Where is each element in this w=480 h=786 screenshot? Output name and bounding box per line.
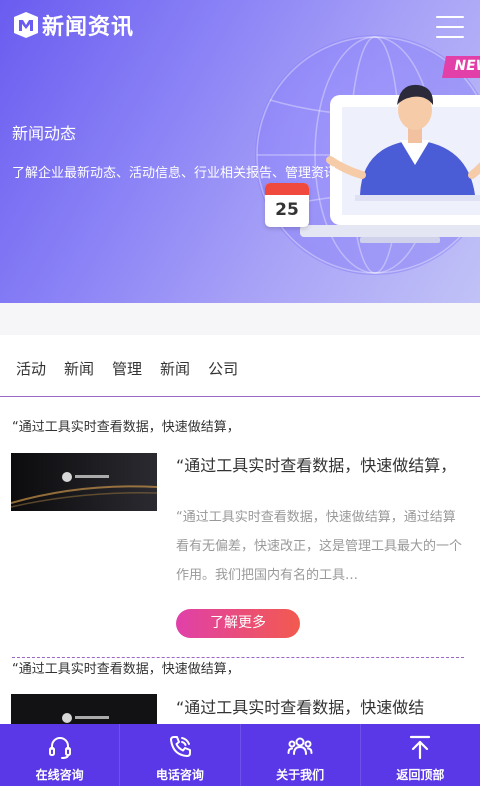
nav-online-consult[interactable]: 在线咨询 (0, 724, 121, 786)
section-spacer (0, 303, 480, 335)
logo-text: 新闻资讯 (42, 15, 135, 40)
hero-title: 新闻动态 (12, 124, 77, 143)
category-tabs: 活动 新闻 管理 新闻 公司 (16, 358, 256, 379)
nav-label: 关于我们 (276, 768, 325, 782)
learn-more-button[interactable]: 了解更多 (176, 609, 300, 638)
calendar-day: 25 (275, 200, 299, 220)
nav-label: 电话咨询 (155, 768, 204, 782)
nav-phone-consult[interactable]: 电话咨询 (120, 724, 241, 786)
tabs-divider (0, 396, 480, 397)
headset-icon (48, 737, 71, 759)
arrow-up-icon (410, 735, 431, 760)
bottom-nav: 在线咨询 电话咨询 关于我们 返回顶部 (0, 724, 480, 786)
nav-label: 返回顶部 (396, 768, 445, 782)
thumbnail-image (11, 453, 157, 511)
new-badge: NEW (442, 56, 480, 78)
logo[interactable]: 新闻资讯 (14, 10, 134, 40)
news-thumbnail[interactable] (11, 453, 157, 511)
tab-management[interactable]: 管理 (112, 358, 142, 379)
hero-banner: 新闻资讯 NEW 新闻动态 了解企业最新动态、活动信息、行业相关报告、管理资讯 … (0, 0, 480, 303)
nav-back-to-top[interactable]: 返回顶部 (361, 724, 480, 786)
tab-company[interactable]: 公司 (208, 358, 238, 379)
news-page: 新闻资讯 NEW 新闻动态 了解企业最新动态、活动信息、行业相关报告、管理资讯 … (0, 0, 480, 786)
calendar-icon: 25 (265, 183, 309, 227)
hero-description: 了解企业最新动态、活动信息、行业相关报告、管理资讯 (12, 166, 338, 181)
nav-label: 在线咨询 (35, 768, 84, 782)
news-title[interactable]: “通过工具实时查看数据，快速做结 (176, 696, 466, 720)
m-shield-icon (14, 12, 38, 38)
tab-news-2[interactable]: 新闻 (160, 358, 190, 379)
phone-icon (169, 736, 191, 757)
hamburger-menu-icon[interactable] (436, 16, 464, 38)
people-icon (287, 737, 313, 755)
nav-about-us[interactable]: 关于我们 (241, 724, 361, 786)
news-headline[interactable]: “通过工具实时查看数据，快速做结算， (12, 658, 240, 677)
news-headline[interactable]: “通过工具实时查看数据，快速做结算， (12, 416, 240, 435)
news-summary: “通过工具实时查看数据，快速做结算，通过结算看有无偏差，快速改正，这是管理工具最… (176, 510, 463, 583)
news-title[interactable]: “通过工具实时查看数据，快速做结算， (176, 454, 466, 478)
tab-news[interactable]: 新闻 (64, 358, 94, 379)
tab-activity[interactable]: 活动 (16, 358, 46, 379)
